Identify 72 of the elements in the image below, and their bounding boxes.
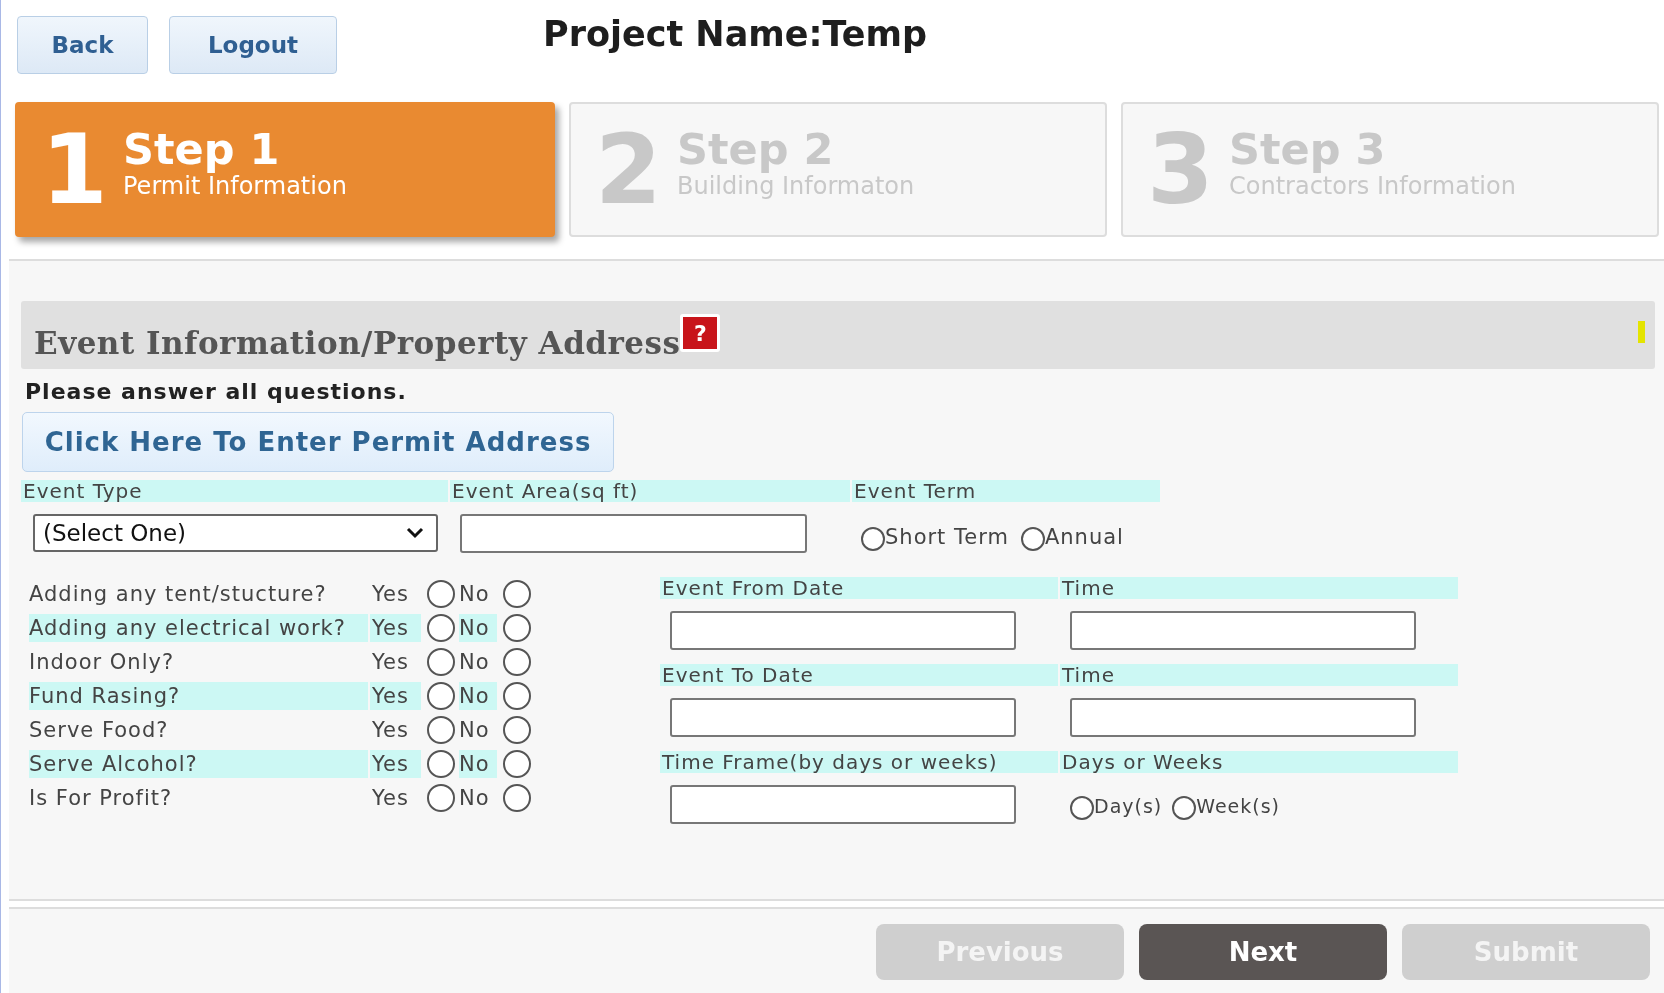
radio-button[interactable]: [427, 750, 455, 778]
nav-button[interactable]: Logout: [169, 16, 337, 74]
option-label: Yes: [371, 581, 410, 608]
input-field[interactable]: [670, 785, 1016, 824]
option-label: No: [459, 614, 497, 642]
question-label: Is For Profit?: [29, 785, 174, 812]
step-title: Step 1: [123, 126, 281, 173]
option-label: Yes: [370, 750, 421, 778]
date-field[interactable]: [670, 611, 1016, 650]
field-label: Event From Date: [660, 577, 1058, 599]
nav-button[interactable]: Back: [17, 16, 148, 74]
option-label: No: [459, 682, 497, 710]
radio-button[interactable]: [427, 682, 455, 710]
step-number: 1: [41, 121, 109, 218]
radio-button[interactable]: [503, 716, 531, 744]
question-label: Adding any electrical work?: [29, 614, 368, 642]
question-label: Adding any tent/stucture?: [29, 581, 328, 608]
radio-button[interactable]: [1070, 796, 1094, 820]
date-field[interactable]: [670, 698, 1016, 737]
page-title: Project Name:Temp: [543, 14, 927, 54]
option-label: No: [459, 785, 491, 812]
help-icon[interactable]: ?: [680, 314, 721, 352]
radio-button[interactable]: [861, 527, 885, 551]
option-label: Yes: [371, 717, 410, 744]
radio-button[interactable]: [427, 716, 455, 744]
radio-button[interactable]: [427, 784, 455, 812]
field-label: Time Frame(by days or weeks): [660, 751, 1058, 773]
radio-button[interactable]: [503, 580, 531, 608]
field-label: Days or Weeks: [1060, 751, 1458, 773]
radio-button[interactable]: [503, 784, 531, 812]
option-label: Yes: [370, 682, 421, 710]
radio-button[interactable]: [427, 648, 455, 676]
indicator-bar: [1638, 321, 1645, 343]
radio-button[interactable]: [503, 750, 531, 778]
address-button[interactable]: Click Here To Enter Permit Address: [22, 412, 614, 472]
option-label: Yes: [371, 649, 410, 676]
option-label: No: [459, 717, 491, 744]
option-label: Yes: [371, 785, 410, 812]
option-label: No: [459, 581, 491, 608]
field-label: Event Term: [852, 480, 1160, 502]
time-field[interactable]: [1070, 698, 1416, 737]
radio-button[interactable]: [503, 648, 531, 676]
radio-button[interactable]: [427, 580, 455, 608]
question-label: Serve Alcohol?: [29, 750, 368, 778]
field-label: Event Type: [21, 480, 448, 502]
question-label: Serve Food?: [29, 717, 170, 744]
option-label: No: [459, 750, 497, 778]
option-label: Yes: [370, 614, 421, 642]
question-label: Fund Rasing?: [29, 682, 368, 710]
field-label: Event To Date: [660, 664, 1058, 686]
field-label: Event Area(sq ft): [450, 480, 850, 502]
radio-button[interactable]: [427, 614, 455, 642]
option-label: No: [459, 649, 491, 676]
instruction-text: Please answer all questions.: [25, 379, 408, 404]
question-label: Indoor Only?: [29, 649, 176, 676]
chevron-down-icon: [406, 527, 424, 539]
option-label: Week(s): [1196, 794, 1281, 817]
field-label: Time: [1060, 577, 1458, 599]
radio-button[interactable]: [1020, 527, 1045, 551]
input-field[interactable]: [460, 514, 807, 553]
radio-button[interactable]: [1172, 796, 1197, 820]
footer-button[interactable]: Next: [1139, 923, 1387, 980]
event-type-dropdown[interactable]: (Select One): [33, 514, 438, 552]
option-label: Short Term: [885, 524, 1009, 549]
section-title: Event Information/Property Address: [34, 325, 681, 361]
option-label: Day(s): [1094, 794, 1163, 817]
option-label: Annual: [1044, 524, 1124, 549]
field-label: Time: [1060, 664, 1458, 686]
time-field[interactable]: [1070, 611, 1416, 650]
step-subtitle: Permit Information: [123, 172, 347, 201]
radio-button[interactable]: [503, 614, 531, 642]
radio-button[interactable]: [503, 682, 531, 710]
